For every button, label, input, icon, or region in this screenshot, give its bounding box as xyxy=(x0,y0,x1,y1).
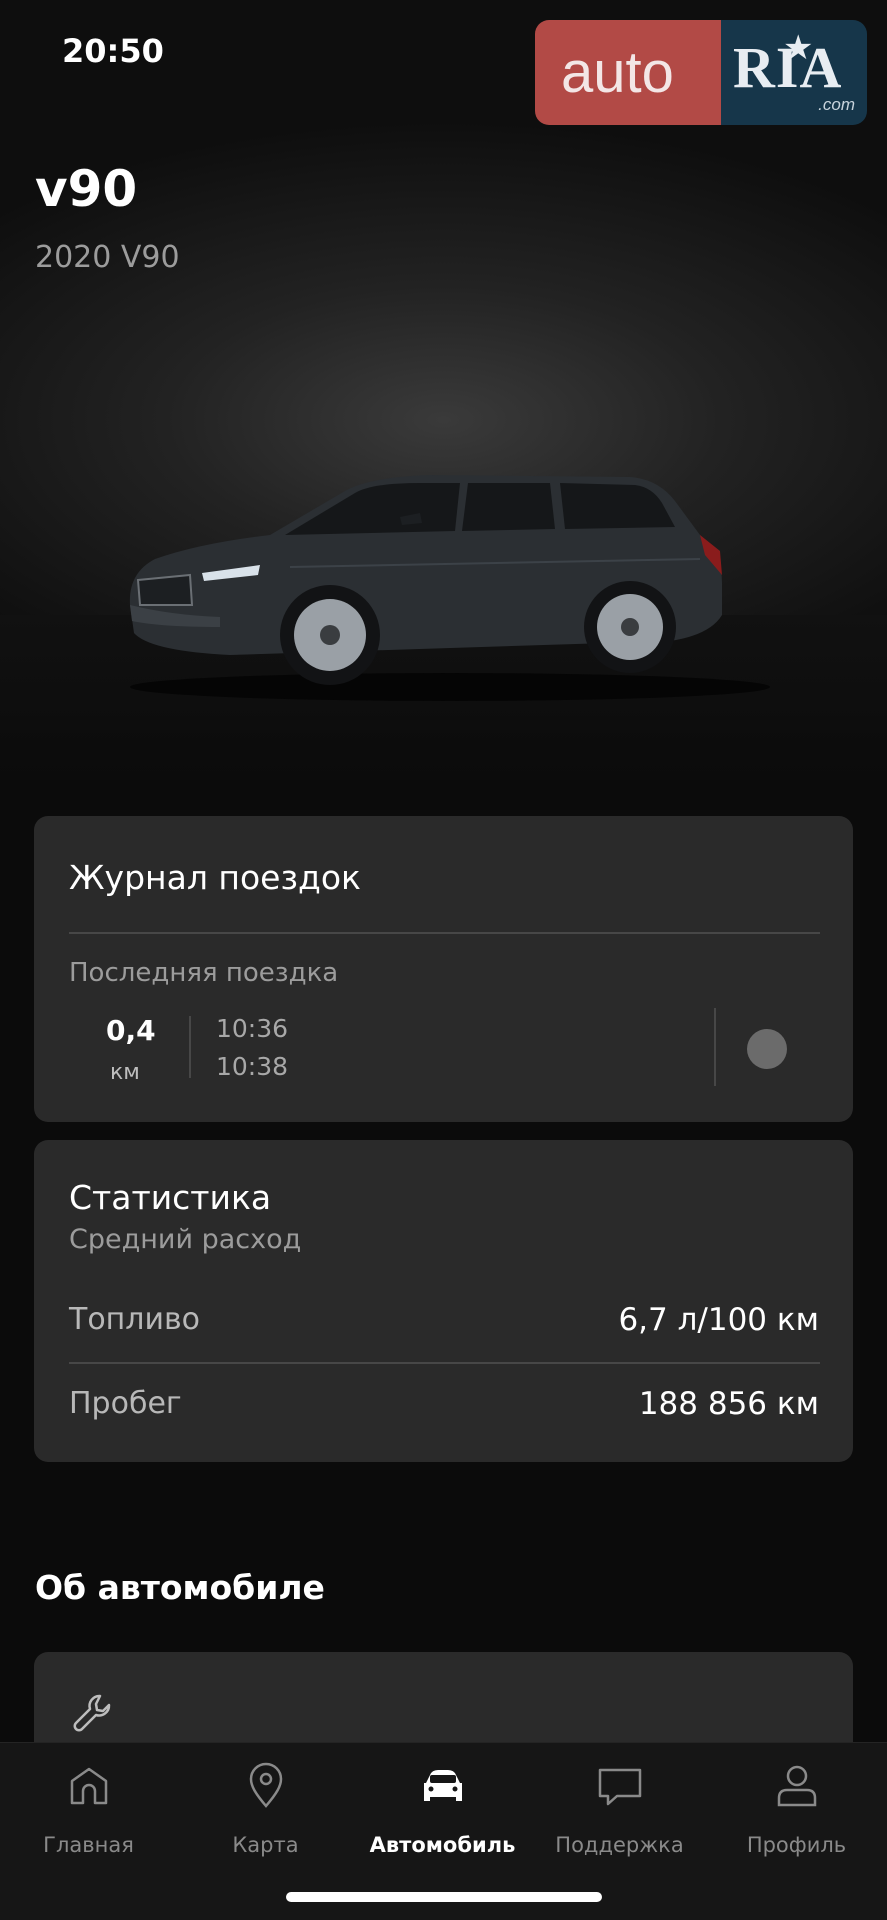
watermark-auto: auto xyxy=(535,20,721,125)
trip-log-title: Журнал поездок xyxy=(69,858,361,897)
tab-vehicle[interactable]: Автомобиль xyxy=(354,1743,531,1873)
vehicle-image xyxy=(129,475,770,701)
map-pin-icon xyxy=(249,1762,282,1808)
trip-distance-unit: км xyxy=(110,1060,140,1085)
watermark-ria-block: ★ RIA .com xyxy=(721,20,867,125)
watermark-domain: .com xyxy=(818,95,855,114)
trip-map-dot-icon[interactable] xyxy=(747,1029,787,1069)
average-consumption-label: Средний расход xyxy=(69,1224,302,1255)
trip-distance: 0,4 xyxy=(106,1014,156,1047)
trip-log-card[interactable]: Журнал поездок Последняя поездка 0,4 км … xyxy=(34,816,853,1122)
about-vehicle-title: Об автомобиле xyxy=(35,1568,325,1607)
profile-icon xyxy=(777,1765,816,1807)
home-indicator[interactable] xyxy=(286,1892,602,1902)
vehicle-name: v90 xyxy=(35,160,138,218)
tab-support[interactable]: Поддержка xyxy=(531,1743,708,1873)
tab-profile[interactable]: Профиль xyxy=(708,1743,885,1873)
tab-profile-label: Профиль xyxy=(746,1833,847,1857)
trip-separator xyxy=(189,1016,191,1078)
mileage-label: Пробег xyxy=(69,1386,182,1421)
statistics-card[interactable]: Статистика Средний расход Топливо 6,7 л/… xyxy=(34,1140,853,1462)
mileage-value: 188 856 км xyxy=(638,1386,819,1422)
trip-start-time: 10:36 xyxy=(216,1014,289,1043)
home-icon xyxy=(70,1767,107,1805)
tab-vehicle-label: Автомобиль xyxy=(369,1833,516,1857)
trip-log-divider xyxy=(69,932,820,934)
status-time: 20:50 xyxy=(62,32,164,70)
tab-home[interactable]: Главная xyxy=(0,1743,177,1873)
vehicle-model: 2020 V90 xyxy=(35,240,180,275)
chat-icon xyxy=(598,1768,641,1806)
car-icon xyxy=(423,1770,462,1801)
last-trip-label: Последняя поездка xyxy=(69,958,339,988)
wrench-icon xyxy=(73,1694,111,1732)
tab-support-label: Поддержка xyxy=(555,1833,684,1857)
fuel-label: Топливо xyxy=(69,1302,201,1337)
fuel-value: 6,7 л/100 км xyxy=(618,1302,819,1338)
trip-end-time: 10:38 xyxy=(216,1052,289,1081)
statistics-divider xyxy=(69,1362,820,1364)
watermark-ria: RIA xyxy=(733,35,843,100)
tab-map[interactable]: Карта xyxy=(177,1743,354,1873)
statistics-title: Статистика xyxy=(69,1178,272,1217)
tab-map-label: Карта xyxy=(232,1833,299,1857)
tab-home-label: Главная xyxy=(43,1833,134,1857)
trip-map-separator xyxy=(714,1008,716,1086)
autoria-watermark: auto ★ RIA .com xyxy=(535,20,867,125)
